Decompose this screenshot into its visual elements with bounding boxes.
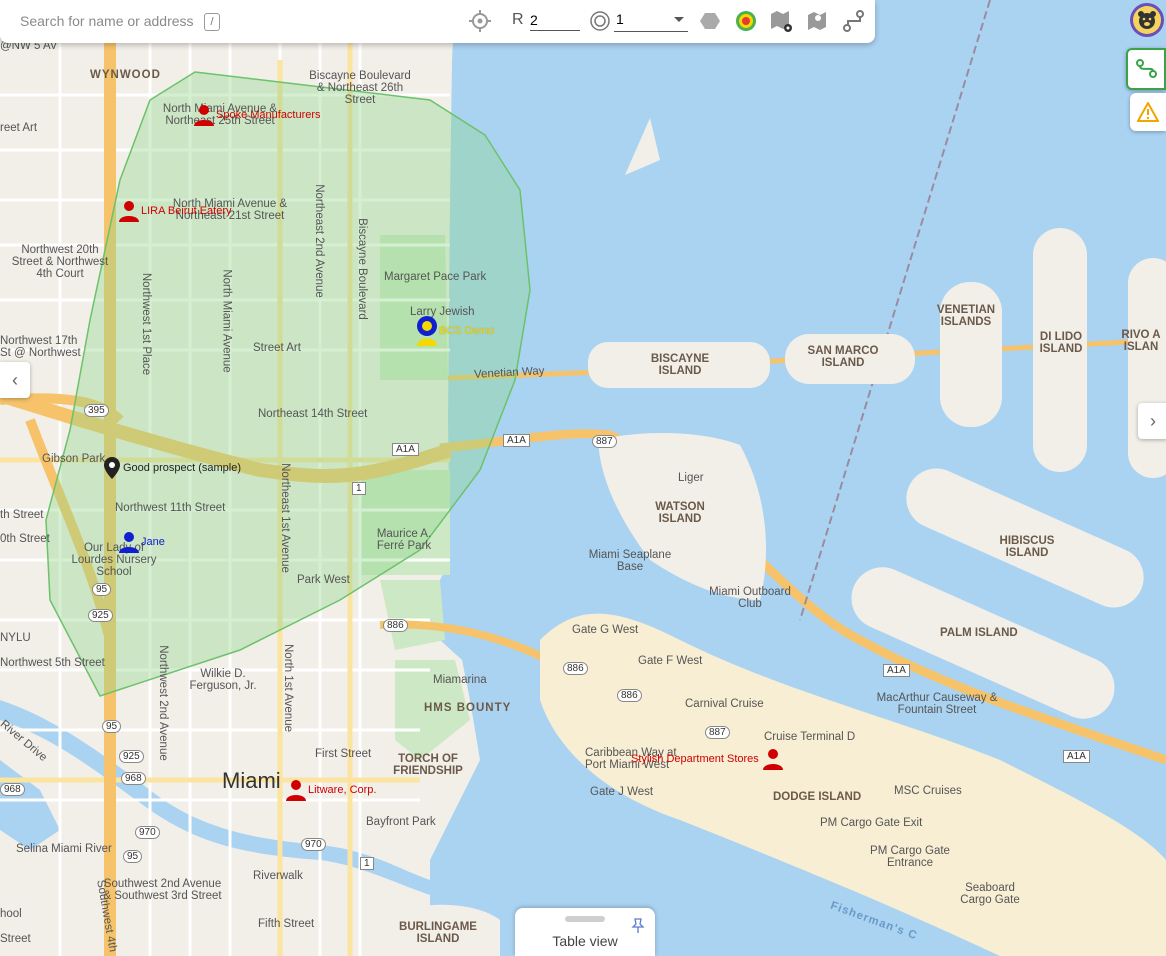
- heatmap-icon[interactable]: [733, 8, 759, 34]
- chevron-down-icon: [674, 17, 684, 22]
- shield-a1a: A1A: [392, 443, 419, 456]
- shield-a1a-3: A1A: [883, 664, 910, 677]
- marker-good-prospect[interactable]: Good prospect (sample): [104, 457, 241, 479]
- shield-970-2: 970: [301, 838, 326, 851]
- table-view-label: Table view: [552, 933, 618, 949]
- map-layers-icon[interactable]: [805, 8, 831, 34]
- person-icon: [194, 105, 214, 126]
- marker-bcs-demo[interactable]: BCS Demo: [415, 316, 494, 346]
- shield-95: 95: [92, 583, 112, 596]
- pin-icon: [104, 457, 120, 479]
- radius-input[interactable]: [530, 10, 580, 31]
- chevron-left-icon: ‹: [12, 369, 18, 390]
- user-avatar[interactable]: [1130, 3, 1164, 37]
- search-input[interactable]: [18, 12, 202, 30]
- shield-395: 395: [84, 404, 109, 417]
- shield-886-2: 886: [563, 662, 588, 675]
- shield-968: 968: [121, 772, 146, 785]
- expand-right-panel-button[interactable]: ›: [1138, 403, 1166, 439]
- map-settings-icon[interactable]: [769, 8, 795, 34]
- territory-button[interactable]: [1126, 48, 1166, 90]
- ring-icon[interactable]: [587, 8, 613, 34]
- drawer-handle[interactable]: [565, 916, 605, 922]
- marker-label: Litware, Corp.: [308, 784, 377, 796]
- radius-label: R: [512, 11, 524, 28]
- marker-spoke[interactable]: Spoke Manufacturers: [193, 104, 321, 126]
- marker-label: Good prospect (sample): [123, 462, 241, 474]
- shield-925-2: 925: [119, 750, 144, 763]
- map-toolbar: / R 1: [0, 0, 875, 43]
- crosshair-icon[interactable]: [467, 8, 493, 34]
- shield-968-2: 968: [0, 783, 25, 796]
- person-ring-icon: [417, 316, 437, 346]
- marker-label: Jane: [141, 536, 165, 548]
- marker-label: Stylish Department Stores: [631, 753, 759, 765]
- shield-887-2: 887: [705, 726, 730, 739]
- shield-886-3: 886: [617, 689, 642, 702]
- shield-a1a-2: A1A: [503, 434, 530, 447]
- person-icon: [119, 201, 139, 222]
- pin-icon[interactable]: [631, 918, 645, 934]
- shield-970: 970: [135, 826, 160, 839]
- shield-a1a-4: A1A: [1063, 750, 1090, 763]
- shield-886: 886: [383, 619, 408, 632]
- collapse-left-panel-button[interactable]: ‹: [0, 362, 30, 398]
- shield-1-2: 1: [360, 857, 374, 870]
- marker-jane[interactable]: Jane: [118, 531, 165, 553]
- shield-95-3: 95: [123, 850, 143, 863]
- bear-icon: [1133, 6, 1161, 34]
- chevron-right-icon: ›: [1150, 410, 1156, 431]
- shield-887: 887: [592, 435, 617, 448]
- ring-select[interactable]: 1: [614, 10, 688, 32]
- person-icon: [286, 780, 306, 801]
- shield-925: 925: [88, 609, 113, 622]
- alerts-button[interactable]: [1130, 93, 1166, 131]
- search-shortcut-hint: /: [204, 13, 220, 31]
- shield-1: 1: [352, 482, 366, 495]
- marker-stylish[interactable]: Stylish Department Stores: [631, 748, 784, 770]
- marker-label: LIRA Beirut Eatery: [141, 205, 232, 217]
- table-view-drawer[interactable]: Table view: [515, 908, 655, 956]
- route-icon[interactable]: [841, 8, 867, 34]
- route-pins-icon: [1136, 59, 1157, 78]
- person-icon: [762, 749, 783, 770]
- hexagon-icon[interactable]: [697, 8, 723, 34]
- marker-litware[interactable]: Litware, Corp.: [285, 779, 376, 801]
- warning-icon: [1137, 102, 1159, 122]
- marker-lira[interactable]: LIRA Beirut Eatery: [118, 200, 232, 222]
- shield-95-2: 95: [102, 720, 122, 733]
- marker-label: BCS Demo: [439, 325, 495, 337]
- person-icon: [119, 532, 139, 553]
- ring-select-value: 1: [616, 11, 624, 27]
- marker-label: Spoke Manufacturers: [216, 109, 321, 121]
